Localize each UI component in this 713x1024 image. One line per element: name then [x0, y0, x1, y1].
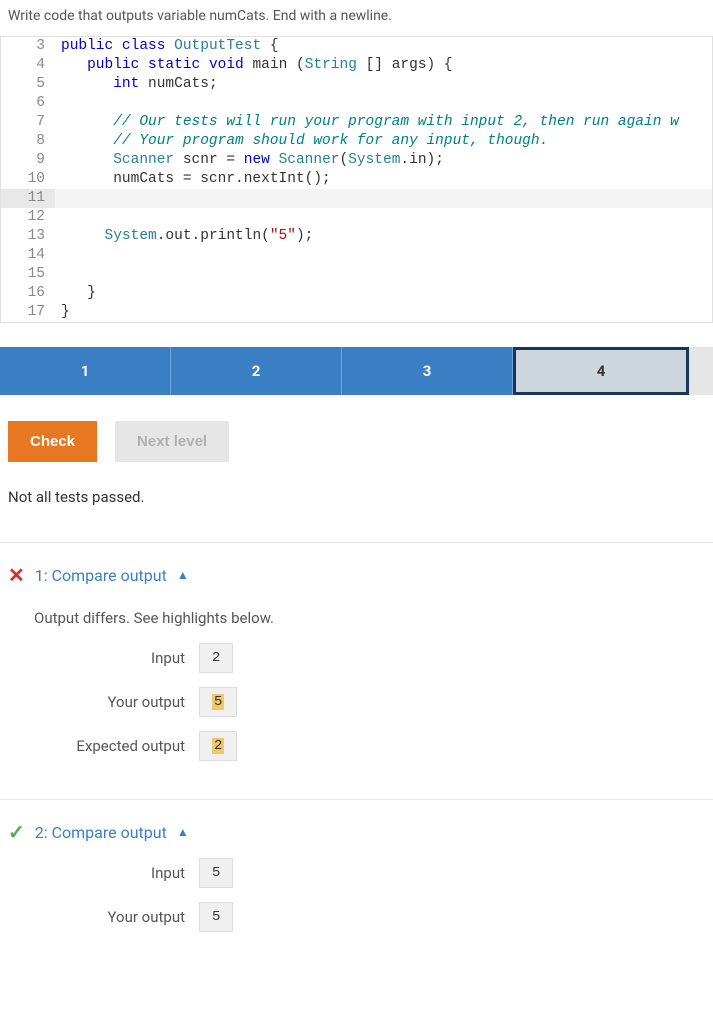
- code-line[interactable]: 16 }: [1, 284, 712, 303]
- code-line[interactable]: 11: [1, 189, 712, 208]
- code-line[interactable]: 9 Scanner scnr = new Scanner(System.in);: [1, 151, 712, 170]
- io-row: Your output5: [34, 687, 705, 717]
- io-row: Input2: [34, 643, 705, 673]
- line-number: 5: [1, 75, 55, 94]
- io-row: Input5: [34, 858, 705, 888]
- result-header[interactable]: ✕ 1: Compare output ▲: [8, 563, 705, 587]
- step-2[interactable]: 2: [171, 347, 342, 395]
- x-icon: ✕: [8, 563, 25, 587]
- code-line[interactable]: 15: [1, 265, 712, 284]
- line-number: 3: [1, 37, 55, 56]
- code-content[interactable]: // Your program should work for any inpu…: [55, 132, 712, 151]
- chevron-up-icon: ▲: [177, 568, 189, 582]
- io-value: 5: [199, 858, 233, 888]
- check-icon: ✓: [8, 820, 25, 844]
- line-number: 4: [1, 56, 55, 75]
- line-number: 12: [1, 208, 55, 227]
- io-label: Your output: [34, 908, 199, 926]
- test-result-1: ✕ 1: Compare output ▲ Output differs. See h…: [0, 542, 713, 799]
- io-row: Expected output2: [34, 731, 705, 761]
- code-content[interactable]: int numCats;: [55, 75, 712, 94]
- line-number: 8: [1, 132, 55, 151]
- code-content[interactable]: // Our tests will run your program with …: [55, 113, 712, 132]
- code-content[interactable]: }: [55, 284, 712, 303]
- action-buttons: Check Next level: [0, 421, 713, 462]
- code-content[interactable]: [55, 246, 712, 265]
- result-header[interactable]: ✓ 2: Compare output ▲: [8, 820, 705, 844]
- instruction-text: Write code that outputs variable numCats…: [0, 0, 713, 36]
- line-number: 14: [1, 246, 55, 265]
- code-content[interactable]: [55, 94, 712, 113]
- line-number: 9: [1, 151, 55, 170]
- code-line[interactable]: 10 numCats = scnr.nextInt();: [1, 170, 712, 189]
- io-label: Input: [34, 864, 199, 882]
- io-row: Your output5: [34, 902, 705, 932]
- code-content[interactable]: System.out.println("5");: [55, 227, 712, 246]
- test-status-text: Not all tests passed.: [0, 488, 713, 506]
- io-value: 2: [199, 643, 233, 673]
- line-number: 15: [1, 265, 55, 284]
- io-label: Your output: [34, 693, 199, 711]
- line-number: 7: [1, 113, 55, 132]
- code-content[interactable]: public static void main (String [] args)…: [55, 56, 712, 75]
- io-value: 5: [199, 902, 233, 932]
- code-content[interactable]: [55, 208, 712, 227]
- line-number: 16: [1, 284, 55, 303]
- result-message: Output differs. See highlights below.: [34, 609, 705, 627]
- code-editor[interactable]: 3public class OutputTest {4 public stati…: [0, 36, 713, 323]
- io-value: 2: [199, 731, 237, 761]
- step-tail: [689, 347, 713, 395]
- code-line[interactable]: 17}: [1, 303, 712, 322]
- line-number: 17: [1, 303, 55, 322]
- next-level-button: Next level: [115, 421, 229, 462]
- test-results: ✕ 1: Compare output ▲ Output differs. See h…: [0, 542, 713, 970]
- result-title: 2: Compare output: [35, 823, 167, 842]
- io-label: Input: [34, 649, 199, 667]
- code-content[interactable]: public class OutputTest {: [55, 37, 712, 56]
- line-number: 11: [1, 189, 55, 208]
- code-line[interactable]: 12: [1, 208, 712, 227]
- step-navigation: 1234: [0, 347, 713, 395]
- io-value: 5: [199, 687, 237, 717]
- test-result-2: ✓2: Compare output▲Input5Your output5: [0, 799, 713, 970]
- code-content[interactable]: Scanner scnr = new Scanner(System.in);: [55, 151, 712, 170]
- code-line[interactable]: 8 // Your program should work for any in…: [1, 132, 712, 151]
- code-line[interactable]: 7 // Our tests will run your program wit…: [1, 113, 712, 132]
- code-line[interactable]: 5 int numCats;: [1, 75, 712, 94]
- io-label: Expected output: [34, 737, 199, 755]
- code-content[interactable]: numCats = scnr.nextInt();: [55, 170, 712, 189]
- step-4[interactable]: 4: [513, 347, 689, 395]
- code-content[interactable]: [55, 189, 712, 208]
- step-3[interactable]: 3: [342, 347, 513, 395]
- code-line[interactable]: 14: [1, 246, 712, 265]
- result-title: 1: Compare output: [35, 566, 167, 585]
- code-line[interactable]: 6: [1, 94, 712, 113]
- check-button[interactable]: Check: [8, 421, 97, 462]
- code-line[interactable]: 3public class OutputTest {: [1, 37, 712, 56]
- line-number: 13: [1, 227, 55, 246]
- code-line[interactable]: 4 public static void main (String [] arg…: [1, 56, 712, 75]
- code-content[interactable]: }: [55, 303, 712, 322]
- line-number: 6: [1, 94, 55, 113]
- line-number: 10: [1, 170, 55, 189]
- code-content[interactable]: [55, 265, 712, 284]
- code-line[interactable]: 13 System.out.println("5");: [1, 227, 712, 246]
- chevron-up-icon: ▲: [177, 825, 189, 839]
- step-1[interactable]: 1: [0, 347, 171, 395]
